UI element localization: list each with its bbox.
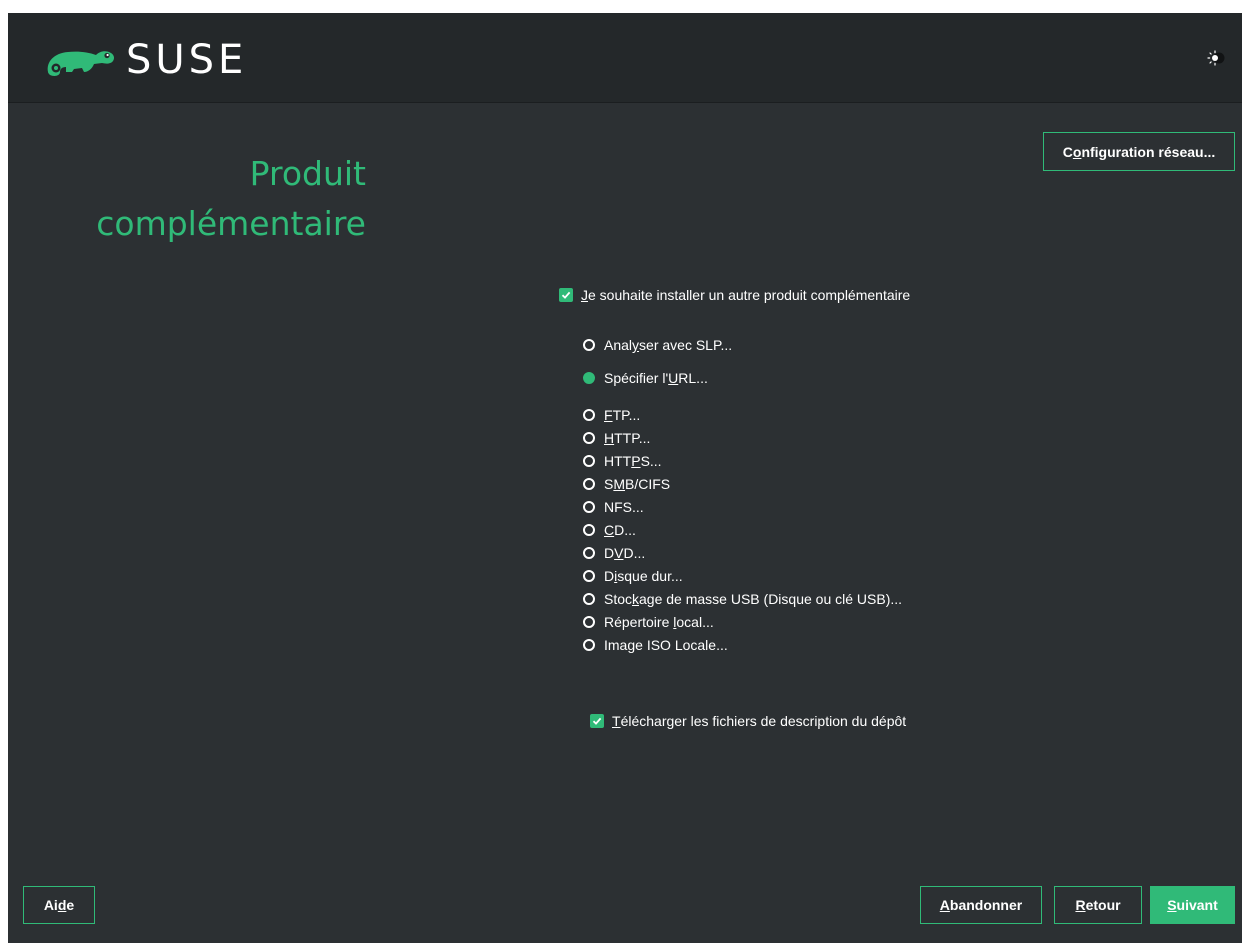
radio-option[interactable]: Spécifier l'URL... — [583, 369, 708, 387]
network-configuration-button[interactable]: Co nfiguration réseau... — [1043, 132, 1235, 171]
radio-unselected-icon — [583, 547, 595, 559]
radio-option-label: HTTP... — [604, 430, 651, 446]
radio-option-label: Image ISO Locale... — [604, 637, 728, 653]
radio-unselected-icon — [583, 616, 595, 628]
radio-unselected-icon — [583, 593, 595, 605]
radio-option[interactable]: FTP... — [583, 406, 640, 424]
checkbox-checked-icon — [559, 288, 573, 302]
install-addon-checkbox[interactable]: Je souhaite installer un autre produit c… — [559, 286, 910, 304]
header-bar: SUSE — [8, 13, 1242, 103]
radio-option[interactable]: SMB/CIFS — [583, 475, 670, 493]
radio-option-label: Stockage de masse USB (Disque ou clé USB… — [604, 591, 903, 607]
radio-unselected-icon — [583, 339, 595, 351]
radio-option-label: SMB/CIFS — [604, 476, 671, 492]
page-title-line2: complémentaire — [96, 204, 366, 243]
label-part: C — [1062, 143, 1073, 160]
radio-unselected-icon — [583, 501, 595, 513]
radio-option[interactable]: HTTP... — [583, 429, 650, 447]
download-repo-description-checkbox[interactable]: Télécharger les fichiers de description … — [590, 712, 906, 730]
radio-unselected-icon — [583, 478, 595, 490]
checkbox-checked-icon — [590, 714, 604, 728]
next-button[interactable]: Suivant — [1150, 886, 1235, 924]
abort-button[interactable]: Abandonner — [920, 886, 1042, 924]
radio-unselected-icon — [583, 570, 595, 582]
mnemonic-key: o — [1072, 143, 1082, 160]
install-addon-label: Je souhaite installer un autre produit c… — [581, 287, 911, 303]
page-title: Produit complémentaire — [96, 149, 366, 249]
radio-option[interactable]: Disque dur... — [583, 567, 683, 585]
chameleon-icon — [47, 51, 115, 76]
logo-text: SUSE — [126, 37, 248, 83]
radio-option[interactable]: Répertoire local... — [583, 613, 714, 631]
radio-option-label: FTP... — [604, 407, 641, 423]
radio-option-label: Disque dur... — [604, 568, 683, 584]
radio-option-label: Analyser avec SLP... — [604, 337, 733, 353]
radio-unselected-icon — [583, 432, 595, 444]
radio-option[interactable]: Analyser avec SLP... — [583, 336, 732, 354]
download-repo-description-label: Télécharger les fichiers de description … — [612, 713, 907, 729]
radio-option-label: CD... — [604, 522, 636, 538]
label-part: nfiguration réseau... — [1081, 143, 1216, 160]
radio-option[interactable]: DVD... — [583, 544, 645, 562]
radio-unselected-icon — [583, 524, 595, 536]
radio-option[interactable]: HTTPS... — [583, 452, 662, 470]
installer-window: SUSE Co nfiguration réseau... Produit com… — [8, 13, 1242, 943]
radio-option[interactable]: CD... — [583, 521, 636, 539]
back-button[interactable]: Retour — [1054, 886, 1142, 924]
radio-option[interactable]: Image ISO Locale... — [583, 636, 728, 654]
radio-unselected-icon — [583, 639, 595, 651]
radio-option-label: DVD... — [604, 545, 646, 561]
help-button[interactable]: Ai d e — [23, 886, 95, 924]
radio-option[interactable]: NFS... — [583, 498, 644, 516]
radio-selected-icon — [583, 372, 595, 384]
radio-option-label: NFS... — [604, 499, 644, 515]
radio-option[interactable]: Stockage de masse USB (Disque ou clé USB… — [583, 590, 902, 608]
suse-logo: SUSE — [44, 40, 247, 80]
sun-moon-icon[interactable] — [1206, 49, 1228, 67]
radio-option-label: Spécifier l'URL... — [604, 370, 708, 386]
radio-unselected-icon — [583, 455, 595, 467]
radio-unselected-icon — [583, 409, 595, 421]
radio-option-label: HTTPS... — [604, 453, 662, 469]
page-title-line1: Produit — [249, 154, 366, 193]
radio-option-label: Répertoire local... — [604, 614, 714, 630]
